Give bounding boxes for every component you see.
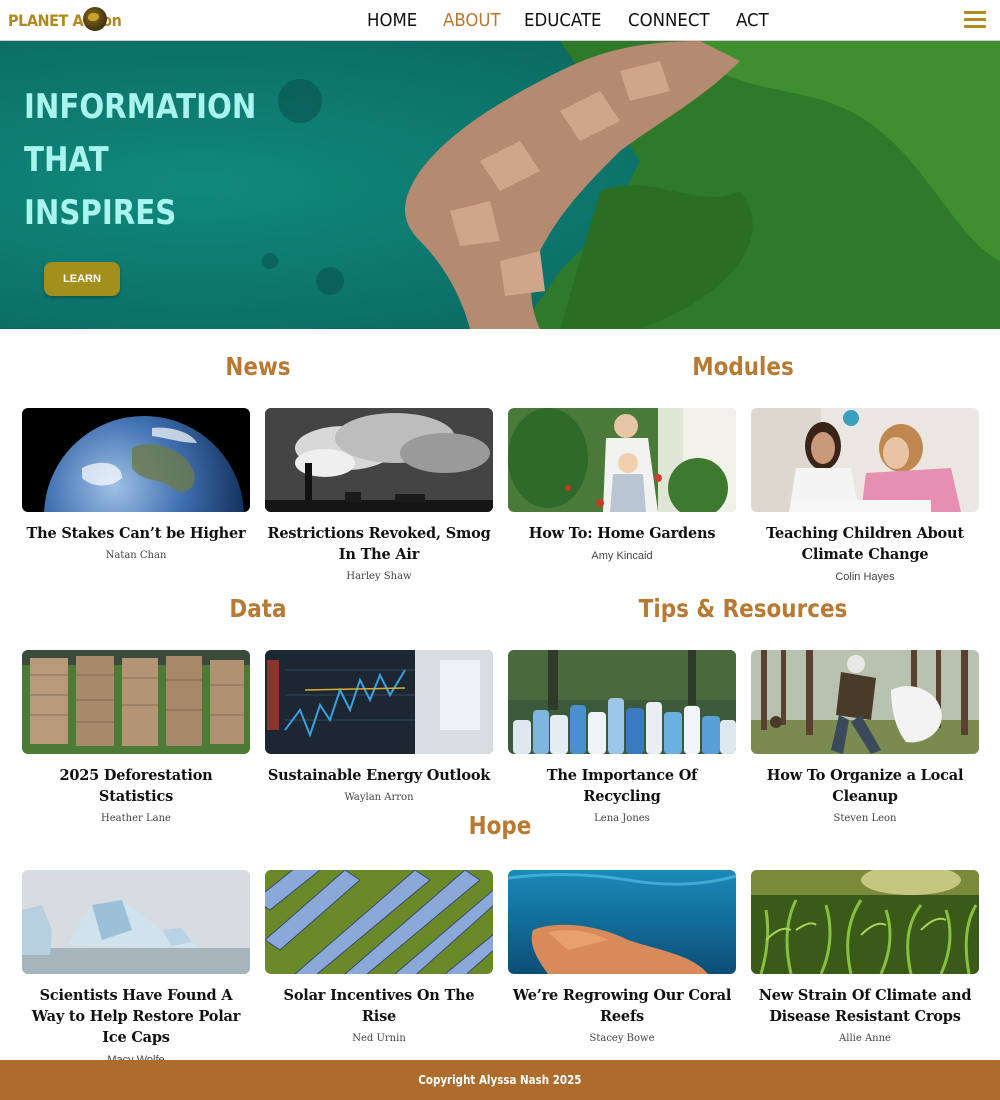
corn-field-image[interactable] [751, 870, 979, 974]
article-author: Allie Anne [839, 1033, 891, 1044]
article-title[interactable]: Teaching Children About Climate Change [751, 523, 979, 565]
article-card[interactable]: Teaching Children About Climate Change C… [751, 408, 979, 583]
nav-educate[interactable]: EDUCATE [524, 10, 602, 31]
article-author: Steven Leon [833, 813, 897, 824]
article-author: Waylan Arron [344, 792, 414, 803]
earth-from-space-image[interactable] [22, 408, 250, 512]
article-title[interactable]: We’re Regrowing Our Coral Reefs [508, 985, 736, 1027]
top-nav: PLANET Action HOME ABOUT EDUCATE CONNECT… [0, 0, 1000, 41]
hero-title-line: INSPIRES [24, 193, 177, 233]
learn-button[interactable]: LEARN [44, 262, 120, 296]
article-author: Harley Shaw [346, 571, 412, 582]
coral-reef-image[interactable] [508, 870, 736, 974]
article-author: Heather Lane [101, 813, 171, 824]
nav-about[interactable]: ABOUT [443, 10, 501, 31]
copyright-text: Copyright Alyssa Nash 2025 [418, 1073, 582, 1087]
article-title[interactable]: How To Organize a Local Cleanup [751, 765, 979, 807]
article-title[interactable]: Sustainable Energy Outlook [265, 765, 493, 786]
globe-icon [83, 7, 107, 31]
hamburger-menu-icon[interactable] [964, 11, 986, 29]
article-card[interactable]: Scientists Have Found A Way to Help Rest… [22, 870, 250, 1066]
article-author: Colin Hayes [835, 571, 895, 583]
article-card[interactable]: Restrictions Revoked, Smog In The Air Ha… [265, 408, 493, 582]
hero-title-line: INFORMATION [24, 87, 257, 127]
planet-action-logo[interactable]: PLANET Action [8, 4, 134, 36]
article-card[interactable]: How To Organize a Local Cleanup Steven L… [751, 650, 979, 824]
hero-title: INFORMATION THAT INSPIRES [24, 81, 256, 240]
hero-banner: INFORMATION THAT INSPIRES LEARN [0, 41, 1000, 329]
hero-title-line: THAT [24, 140, 109, 180]
icebergs-image[interactable] [22, 870, 250, 974]
section-title-modules: Modules [692, 352, 794, 381]
article-title[interactable]: Solar Incentives On The Rise [265, 985, 493, 1027]
section-title-data: Data [229, 594, 287, 623]
article-card[interactable]: We’re Regrowing Our Coral Reefs Stacey B… [508, 870, 736, 1044]
article-author: Natan Chan [105, 550, 167, 561]
article-card[interactable]: Sustainable Energy Outlook Waylan Arron [265, 650, 493, 803]
article-author: Stacey Bowe [589, 1033, 655, 1044]
footer: Copyright Alyssa Nash 2025 [0, 1060, 1000, 1100]
article-card[interactable]: How To: Home Gardens Amy Kincaid [508, 408, 736, 562]
section-title-news: News [225, 352, 291, 381]
article-title[interactable]: The Importance Of Recycling [508, 765, 736, 807]
article-card[interactable]: New Strain Of Climate and Disease Resist… [751, 870, 979, 1044]
article-card[interactable]: Solar Incentives On The Rise Ned Urnin [265, 870, 493, 1044]
log-piles-image[interactable] [22, 650, 250, 754]
article-title[interactable]: 2025 Deforestation Statistics [22, 765, 250, 807]
stock-chart-screen-image[interactable] [265, 650, 493, 754]
article-title[interactable]: How To: Home Gardens [508, 523, 736, 544]
forest-cleanup-image[interactable] [751, 650, 979, 754]
article-author: Lena Jones [594, 813, 650, 824]
article-title[interactable]: Restrictions Revoked, Smog In The Air [265, 523, 493, 565]
nav-links: HOME ABOUT EDUCATE CONNECT ACT [367, 10, 772, 31]
solar-panels-image[interactable] [265, 870, 493, 974]
family-gardening-image[interactable] [508, 408, 736, 512]
article-card[interactable]: The Importance Of Recycling Lena Jones [508, 650, 736, 824]
article-title[interactable]: Scientists Have Found A Way to Help Rest… [22, 985, 250, 1048]
article-title[interactable]: New Strain Of Climate and Disease Resist… [751, 985, 979, 1027]
article-title[interactable]: The Stakes Can’t be Higher [22, 523, 250, 544]
article-card[interactable]: 2025 Deforestation Statistics Heather La… [22, 650, 250, 824]
smokestack-smog-image[interactable] [265, 408, 493, 512]
article-author: Ned Urnin [352, 1033, 406, 1044]
article-card[interactable]: The Stakes Can’t be Higher Natan Chan [22, 408, 250, 561]
section-title-tips-resources: Tips & Resources [638, 594, 848, 623]
article-author: Amy Kincaid [591, 550, 653, 562]
nav-act[interactable]: ACT [736, 10, 769, 31]
plastic-bottles-image[interactable] [508, 650, 736, 754]
nav-connect[interactable]: CONNECT [628, 10, 710, 31]
teacher-and-student-image[interactable] [751, 408, 979, 512]
nav-home[interactable]: HOME [367, 10, 417, 31]
